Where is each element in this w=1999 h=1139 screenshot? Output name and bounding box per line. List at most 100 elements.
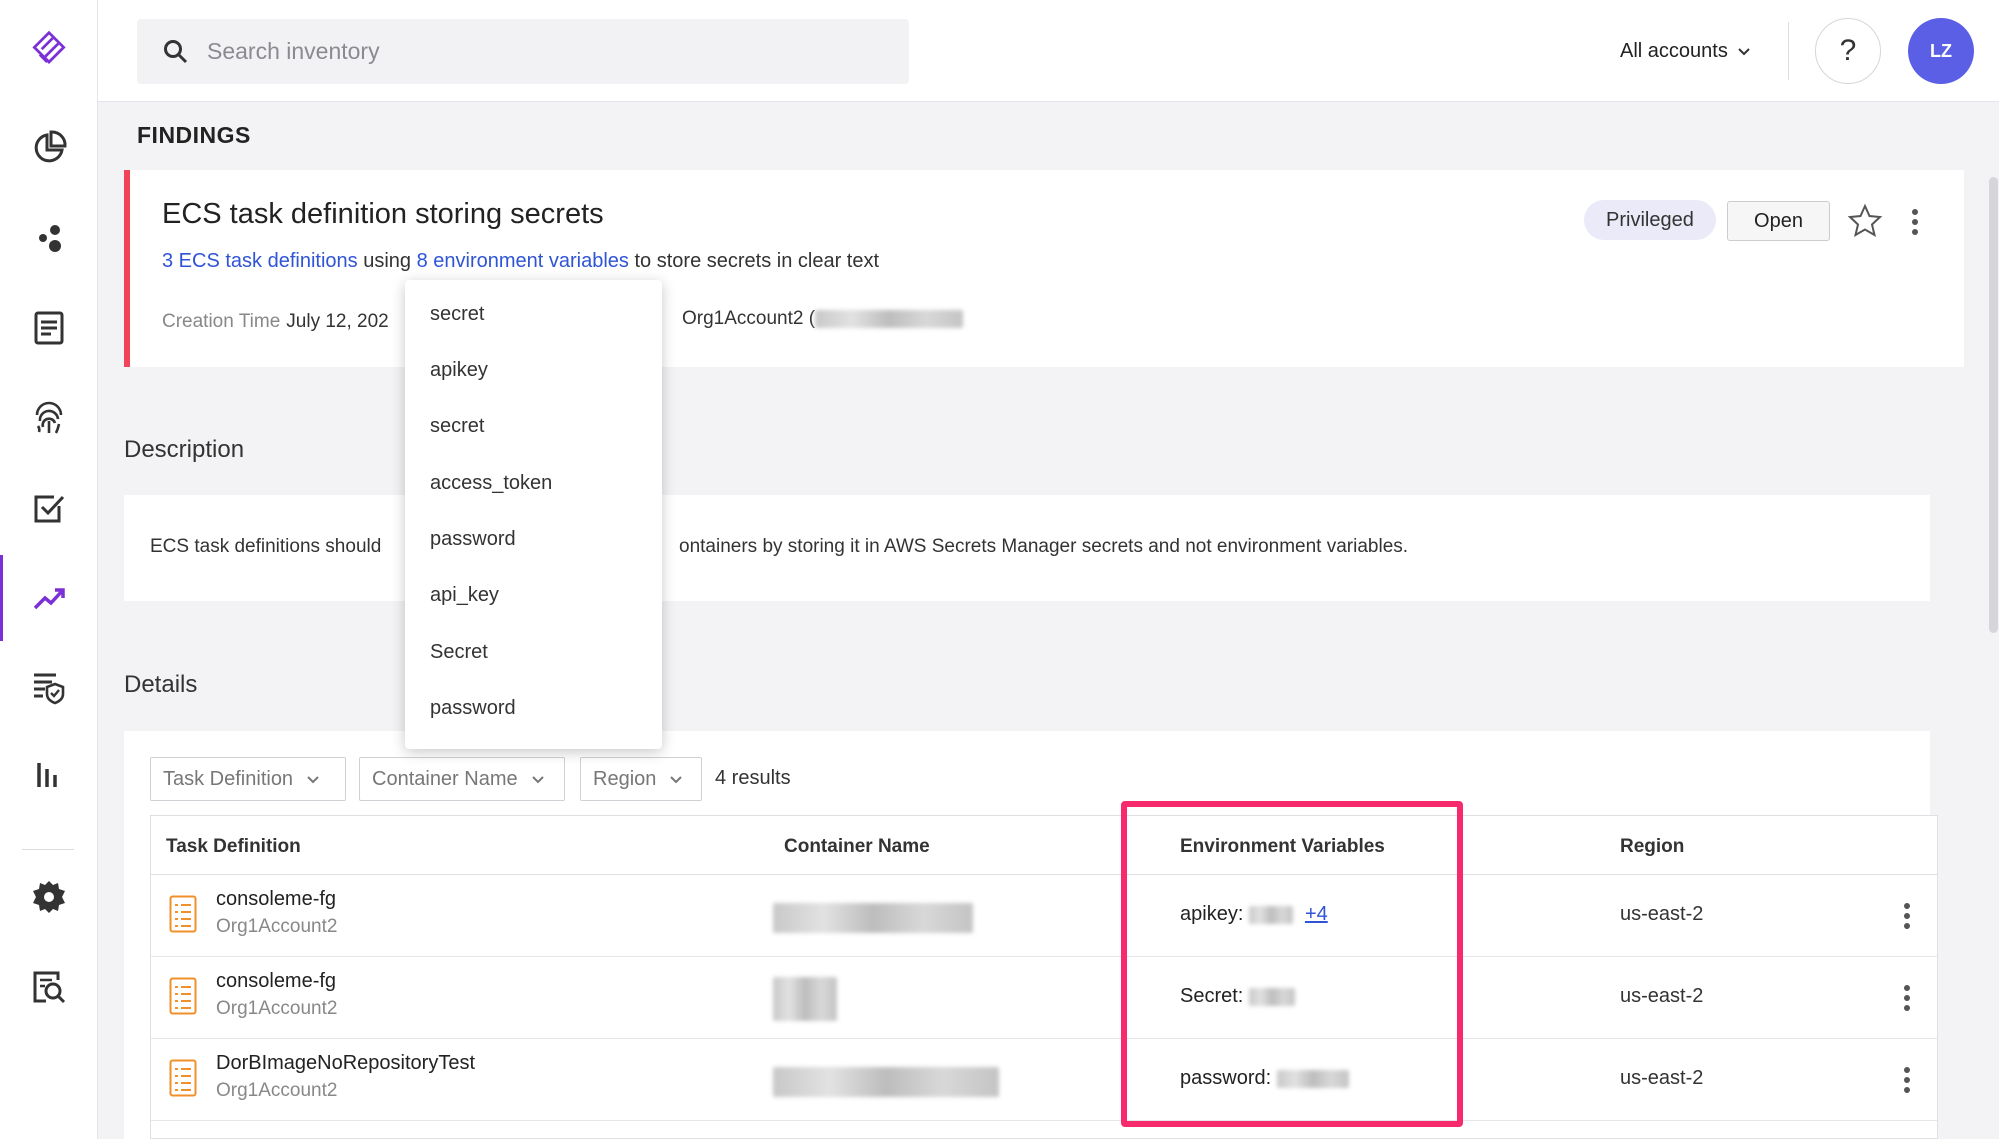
env-variable-item[interactable]: secret	[430, 303, 484, 326]
sidebar-item-identities[interactable]	[0, 375, 97, 461]
more-options-icon[interactable]	[1910, 207, 1920, 237]
sidebar-item-inventory[interactable]	[0, 285, 97, 371]
task-account: Org1Account2	[216, 1080, 338, 1101]
task-name[interactable]: consoleme-fg	[216, 888, 336, 911]
env-variable-item[interactable]: api_key	[430, 584, 499, 607]
account-value: Org1Account2 (	[682, 308, 964, 330]
task-definitions-link[interactable]: 3 ECS task definitions	[162, 250, 358, 272]
filter-region[interactable]: Region	[580, 757, 702, 801]
task-definition-icon	[169, 977, 197, 1015]
pie-chart-icon	[34, 130, 67, 163]
sidebar-item-findings[interactable]	[0, 555, 97, 641]
redacted-env-value	[1248, 987, 1295, 1006]
creation-time-value: July 12, 202	[286, 311, 389, 332]
app-logo-icon[interactable]	[25, 27, 73, 75]
details-heading: Details	[124, 671, 198, 698]
env-variable-item[interactable]: apikey	[430, 359, 488, 382]
chevron-down-icon	[670, 776, 683, 784]
subtitle-text: using	[357, 250, 417, 272]
column-header-task-definition[interactable]: Task Definition	[166, 836, 301, 858]
filter-task-definition[interactable]: Task Definition	[150, 757, 346, 801]
list-shield-icon	[33, 673, 64, 705]
column-header-environment-variables[interactable]: Environment Variables	[1180, 836, 1385, 858]
env-variable-item[interactable]: password	[430, 528, 516, 551]
chevron-down-icon	[531, 776, 544, 784]
env-variable-item[interactable]: access_token	[430, 472, 552, 495]
redacted-env-value	[1248, 905, 1293, 924]
filter-container-name[interactable]: Container Name	[359, 757, 565, 801]
filter-label: Task Definition	[163, 767, 294, 790]
env-variable: apikey:	[1180, 903, 1249, 925]
redacted-account-id	[815, 309, 964, 328]
checkbox-icon	[34, 495, 64, 523]
sidebar-item-compliance[interactable]	[0, 465, 97, 551]
row-more-options-icon[interactable]	[1902, 901, 1912, 931]
accounts-dropdown[interactable]: All accounts	[1620, 34, 1752, 68]
results-count: 4 results	[715, 767, 791, 789]
details-table: Task Definition Container Name Environme…	[150, 815, 1938, 1139]
page-title: FINDINGS	[137, 122, 251, 148]
env-variable-item[interactable]: Secret	[430, 641, 488, 664]
sidebar-item-settings[interactable]	[0, 854, 97, 940]
scrollbar-thumb[interactable]	[1989, 177, 1998, 633]
env-variable: password:	[1180, 1067, 1277, 1089]
sidebar	[0, 0, 98, 1139]
region-cell: us-east-2	[1620, 985, 1704, 1007]
header-divider	[1788, 22, 1789, 80]
table-row[interactable]: DorBImageNoRepositoryTest Org1Account2 p…	[151, 1039, 1937, 1121]
gear-icon	[32, 881, 65, 913]
description-text: ECS task definitions should ontainers by…	[150, 536, 1408, 558]
redacted-container-name	[773, 903, 973, 933]
accounts-label: All accounts	[1620, 39, 1728, 62]
task-name[interactable]: consoleme-fg	[216, 970, 336, 993]
description-text-end: ontainers by storing it in AWS Secrets M…	[679, 536, 1409, 557]
task-definition-icon	[169, 895, 197, 933]
row-more-options-icon[interactable]	[1902, 1065, 1912, 1095]
filter-label: Container Name	[372, 767, 518, 790]
sidebar-item-policies[interactable]	[0, 645, 97, 731]
redacted-container-name	[773, 1067, 999, 1097]
star-icon[interactable]	[1847, 203, 1883, 239]
subtitle-text: to store secrets in clear text	[628, 250, 880, 272]
user-avatar[interactable]: LZ	[1908, 18, 1974, 84]
sidebar-item-dashboard[interactable]	[0, 105, 97, 191]
search-input[interactable]	[207, 38, 887, 65]
description-box: ECS task definitions should ontainers by…	[124, 495, 1930, 601]
env-variable-item[interactable]: secret	[430, 415, 484, 438]
task-account: Org1Account2	[216, 916, 338, 937]
task-name[interactable]: DorBImageNoRepositoryTest	[216, 1052, 475, 1075]
fingerprint-icon	[35, 401, 62, 434]
creation-time-label: Creation Time	[162, 311, 281, 332]
task-account: Org1Account2	[216, 998, 338, 1019]
filter-label: Region	[593, 767, 657, 790]
account-name: Org1Account2 (	[682, 308, 816, 329]
env-variables-cell: apikey: +4	[1180, 903, 1328, 926]
document-list-icon	[34, 311, 63, 345]
table-row[interactable]: consoleme-fg Org1Account2 apikey: +4 us-…	[151, 875, 1937, 957]
finding-card: ECS task definition storing secrets 3 EC…	[124, 170, 1964, 367]
chevron-down-icon	[307, 776, 319, 784]
description-heading: Description	[124, 436, 245, 463]
env-variable-item[interactable]: password	[430, 697, 516, 720]
column-header-region[interactable]: Region	[1620, 836, 1684, 858]
env-variable: Secret:	[1180, 985, 1249, 1007]
column-header-container-name[interactable]: Container Name	[784, 836, 930, 858]
more-env-link[interactable]: +4	[1305, 903, 1328, 925]
finding-title: ECS task definition storing secrets	[162, 198, 604, 230]
chevron-down-icon	[1738, 48, 1750, 56]
search-bar[interactable]	[137, 19, 909, 84]
row-more-options-icon[interactable]	[1902, 983, 1912, 1013]
sidebar-item-graph[interactable]	[0, 195, 97, 281]
sidebar-item-explorer[interactable]	[0, 944, 97, 1030]
environment-variables-link[interactable]: 8 environment variables	[417, 250, 629, 272]
redacted-container-name	[773, 977, 837, 1021]
env-variables-cell: password:	[1180, 1067, 1349, 1090]
env-variables-cell: Secret:	[1180, 985, 1295, 1008]
search-document-icon	[33, 971, 65, 1004]
status-open-button[interactable]: Open	[1727, 201, 1830, 241]
trend-up-icon	[33, 588, 65, 610]
bar-chart-icon	[36, 763, 57, 787]
help-button[interactable]: ?	[1815, 18, 1881, 84]
table-row[interactable]: consoleme-fg Org1Account2 Secret: us-eas…	[151, 957, 1937, 1039]
sidebar-item-reports[interactable]	[0, 731, 97, 817]
